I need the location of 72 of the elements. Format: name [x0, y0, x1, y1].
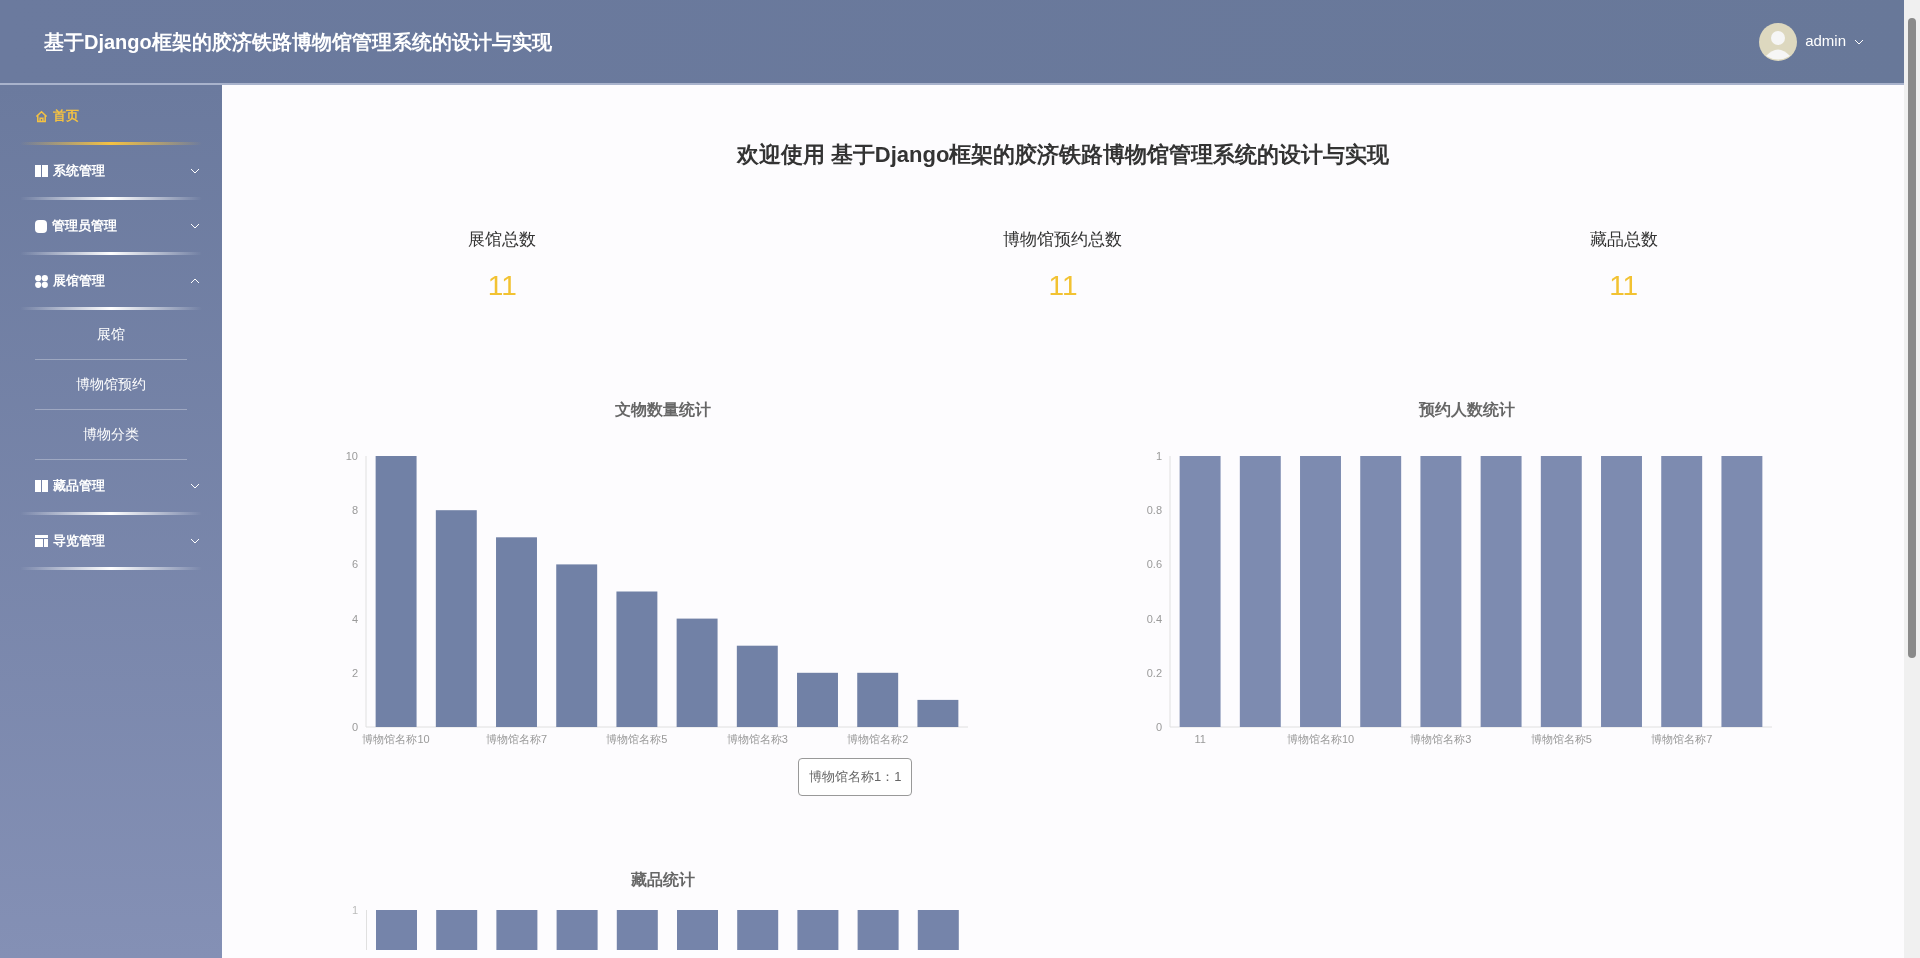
user-icon [35, 219, 47, 233]
chart-bar [376, 910, 417, 950]
sidebar-item[interactable]: 藏品管理 [0, 460, 222, 512]
chart-bar [797, 672, 838, 727]
axis-tick-label: 6 [351, 558, 358, 571]
axis-tick-label: 博物馆名称7 [485, 733, 548, 745]
sidebar-item[interactable]: 首页 [0, 90, 222, 142]
chart-title: 藏品统计 [630, 870, 696, 890]
chart-tooltip: 博物馆名称1：1 [798, 758, 913, 796]
home-icon [35, 109, 48, 123]
sidebar-item[interactable]: 管理员管理 [0, 200, 222, 252]
chevron-down-icon [1854, 38, 1864, 45]
stat-value: 11 [487, 271, 517, 301]
axis-tick-label: 博物馆名称10 [362, 733, 430, 745]
avatar-icon [1759, 22, 1798, 61]
axis-tick-label: 0 [351, 721, 358, 733]
stat-value: 11 [1609, 271, 1639, 301]
book-icon [35, 480, 48, 492]
stat-label: 藏品总数 [1589, 229, 1658, 251]
chart-bar [857, 672, 899, 727]
axis-tick-label: 博物馆名称3 [1410, 733, 1472, 745]
grid-icon [35, 274, 48, 288]
submenu-item[interactable]: 博物分类 [0, 410, 222, 459]
chart-bar [797, 910, 839, 950]
chart-title: 预约人数统计 [1417, 400, 1516, 420]
sidebar-item[interactable]: 导览管理 [0, 515, 222, 567]
sidebar-item[interactable]: 展馆管理 [0, 255, 222, 307]
chevron-up-icon [190, 278, 200, 284]
user-menu[interactable]: admin [1805, 30, 1864, 53]
axis-tick-label: 1 [1155, 450, 1162, 462]
chart-title: 文物数量统计 [614, 400, 712, 420]
chart-bar [496, 910, 538, 950]
chevron-down-icon [190, 168, 200, 174]
stat-value: 11 [1048, 271, 1078, 301]
axis-tick-label: 博物馆名称10 [1286, 733, 1355, 745]
axis-tick-label: 博物馆名称5 [606, 733, 668, 745]
sidebar-item[interactable]: 系统管理 [0, 145, 222, 197]
axis-tick-label: 0.4 [1146, 612, 1162, 625]
stat-label: 博物馆预约总数 [1003, 229, 1123, 251]
chevron-down-icon [190, 483, 200, 489]
axis-tick-label: 11 [1194, 733, 1206, 745]
axis-tick-label: 2 [351, 666, 358, 679]
chart-bar [917, 699, 959, 727]
axis-tick-label: 10 [345, 450, 358, 462]
chart-bar [677, 910, 718, 950]
scrollbar[interactable] [1904, 0, 1920, 958]
chart-bar [917, 910, 959, 950]
welcome-heading: 欢迎使用 基于Django框架的胶济铁路博物馆管理系统的设计与实现 [735, 141, 1391, 169]
stat-label: 展馆总数 [468, 229, 537, 251]
axis-tick-label: 博物馆名称5 [1530, 733, 1592, 745]
axis-tick-label: 8 [351, 504, 358, 517]
chart-bar [556, 910, 598, 950]
book-icon [35, 165, 48, 177]
axis-tick-label: 0.2 [1146, 666, 1162, 679]
panel-icon [35, 535, 48, 547]
app-title: 基于Django框架的胶济铁路博物馆管理系统的设计与实现 [44, 29, 552, 55]
chevron-down-icon [190, 538, 200, 544]
chart-bar [436, 910, 478, 950]
axis-tick-label: 博物馆名称7 [1651, 733, 1713, 745]
chart-bar [616, 910, 658, 950]
axis-tick-label: 博物馆名称2 [847, 733, 909, 745]
chevron-down-icon [190, 223, 200, 229]
axis-tick-label: 4 [351, 612, 358, 625]
axis-tick-label: 1 [350, 904, 358, 916]
axis-tick-label: 博物馆名称3 [726, 733, 788, 745]
chart-bar [737, 910, 779, 950]
chart-bar [857, 910, 899, 950]
axis-tick-label: 0.8 [1146, 504, 1162, 517]
submenu-item[interactable]: 博物馆预约 [0, 360, 222, 409]
submenu-item[interactable]: 展馆 [0, 310, 222, 359]
axis-tick-label: 0 [1155, 721, 1162, 733]
axis-tick-label: 0.6 [1146, 558, 1162, 571]
